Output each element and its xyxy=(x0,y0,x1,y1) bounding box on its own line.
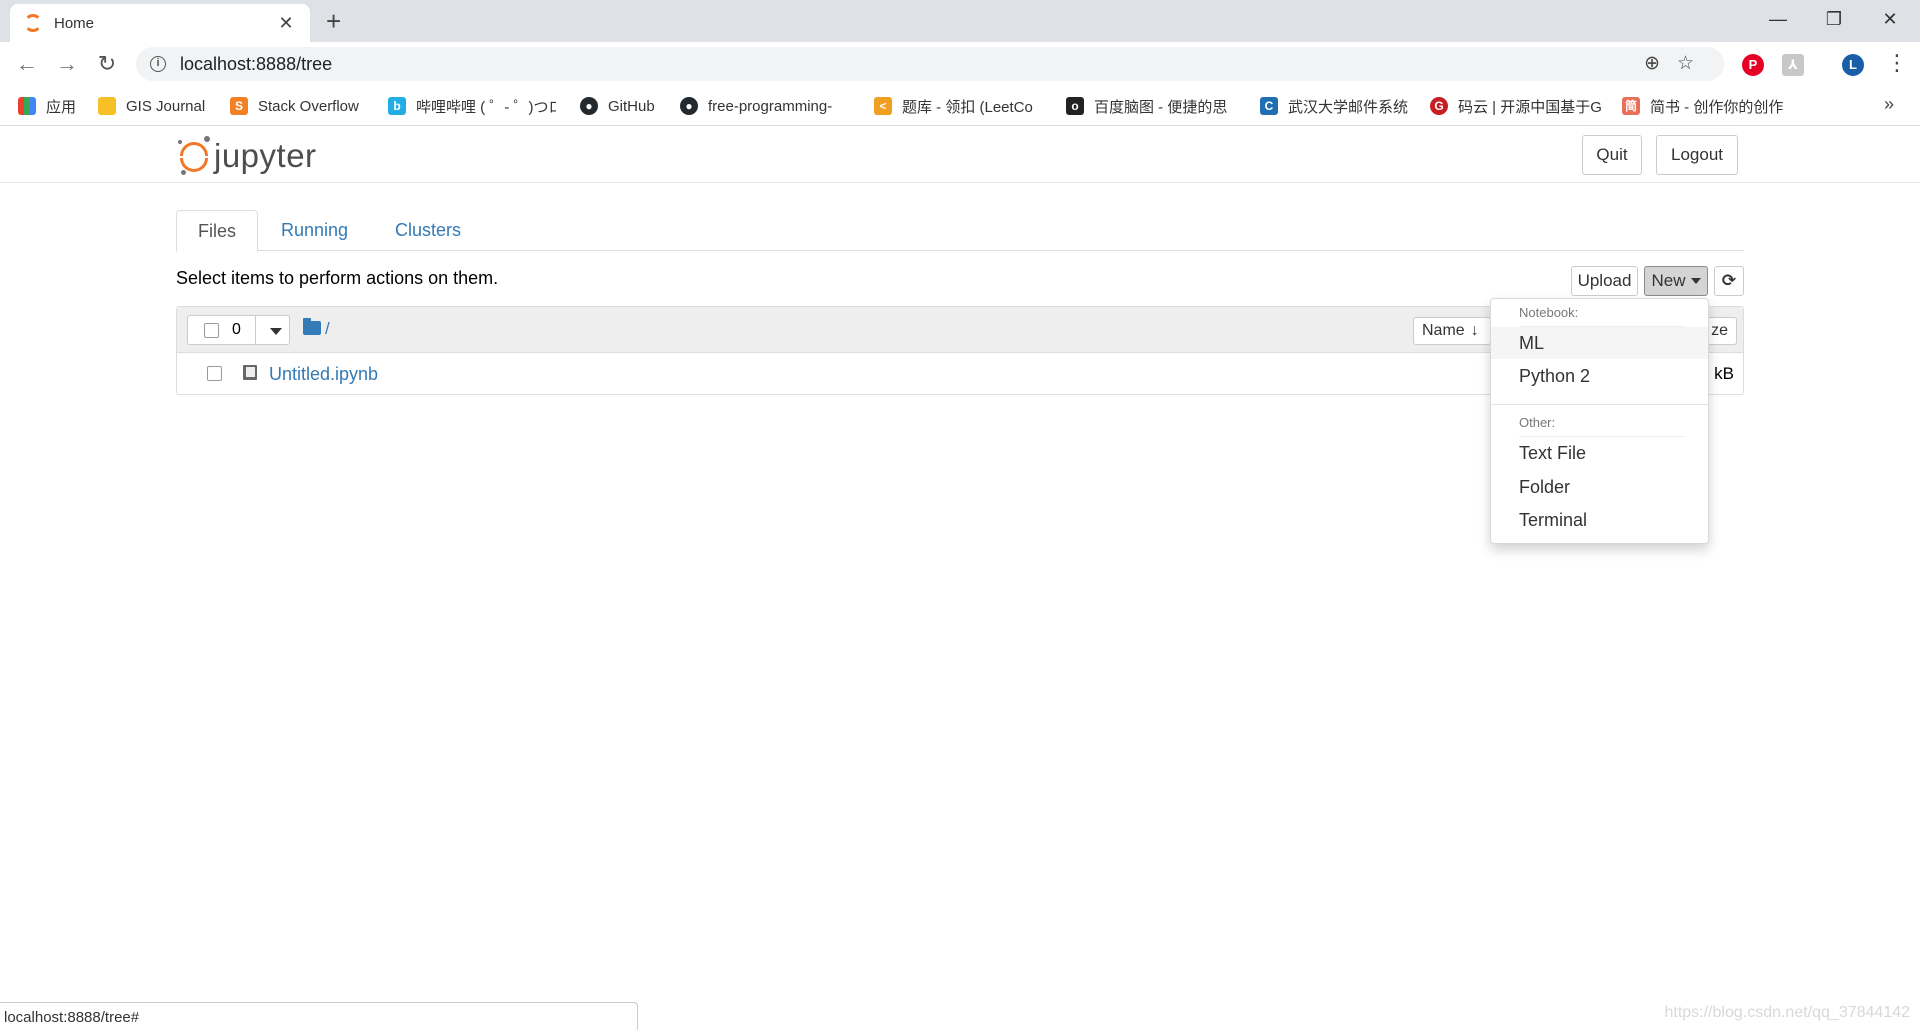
bookmark-item[interactable]: G 码云 | 开源中国基于G xyxy=(1430,95,1602,117)
bilibili-icon: b xyxy=(388,97,406,115)
selection-hint: Select items to perform actions on them. xyxy=(176,268,499,288)
sort-name-button[interactable]: Name ↓ xyxy=(1413,317,1491,345)
naotu-icon: o xyxy=(1066,97,1084,115)
tab-running[interactable]: Running xyxy=(260,210,369,251)
folder-icon[interactable] xyxy=(303,318,321,335)
new-notebook-ml[interactable]: ML xyxy=(1491,327,1708,359)
stackoverflow-icon: S xyxy=(230,97,248,115)
folder-icon xyxy=(98,97,116,115)
bookmark-label: free-programming- xyxy=(708,97,833,115)
bookmark-item[interactable]: ● GitHub xyxy=(580,95,655,117)
select-all-dropdown[interactable]: 0 xyxy=(187,315,290,345)
browser-toolbar: ← → ↻ i localhost:8888/tree ⊕ ☆ P ⅄ L ⋮ xyxy=(0,42,1920,86)
notebook-icon xyxy=(243,365,257,380)
github-icon: ● xyxy=(680,97,698,115)
quit-button[interactable]: Quit xyxy=(1582,135,1642,175)
jupyter-logo[interactable]: jupyter xyxy=(178,135,317,177)
minimize-window-button[interactable]: — xyxy=(1758,4,1798,34)
logout-button[interactable]: Logout xyxy=(1656,135,1738,175)
selected-count: 0 xyxy=(232,321,241,338)
site-info-icon[interactable]: i xyxy=(150,56,166,72)
dropdown-divider xyxy=(1491,404,1708,405)
gitee-icon: G xyxy=(1430,97,1448,115)
back-arrow-icon[interactable]: ← xyxy=(12,49,42,79)
bookmark-item[interactable]: 应用 xyxy=(18,95,76,117)
bookmark-item[interactable]: C 武汉大学邮件系统 xyxy=(1260,95,1408,117)
watermark: https://blog.csdn.net/qq_37844142 xyxy=(1664,1004,1910,1021)
arrow-down-icon: ↓ xyxy=(1470,322,1479,339)
bookmark-label: 应用 xyxy=(46,98,77,116)
other-section-header: Other: xyxy=(1519,415,1556,430)
address-url[interactable]: localhost:8888/tree xyxy=(180,54,332,75)
jupyter-logo-icon xyxy=(178,136,210,176)
bookmark-item[interactable]: ● free-programming- xyxy=(680,95,848,117)
chevron-down-icon[interactable] xyxy=(270,328,282,335)
restore-window-button[interactable]: ❐ xyxy=(1814,4,1854,34)
select-divider xyxy=(255,316,256,344)
whu-mail-icon: C xyxy=(1260,97,1278,115)
bookmark-label: GitHub xyxy=(608,97,655,115)
reload-icon[interactable]: ↻ xyxy=(92,49,122,79)
browser-menu-icon[interactable]: ⋮ xyxy=(1886,50,1908,76)
apps-grid-icon xyxy=(18,97,36,115)
bookmark-label: 简书 - 创作你的创作 xyxy=(1650,98,1784,116)
new-button-label: New xyxy=(1651,271,1686,290)
tab-close-icon[interactable]: ✕ xyxy=(276,13,296,34)
bookmark-label: GIS Journal xyxy=(126,97,206,115)
jupyter-logo-text: jupyter xyxy=(214,137,317,174)
select-all-checkbox[interactable] xyxy=(204,323,219,338)
sort-name-label: Name xyxy=(1422,322,1465,339)
forward-arrow-icon[interactable]: → xyxy=(52,49,82,79)
file-name-link[interactable]: Untitled.ipynb xyxy=(269,364,378,385)
new-tab-button[interactable]: + xyxy=(326,6,341,36)
upload-button[interactable]: Upload xyxy=(1571,266,1638,296)
zoom-icon[interactable]: ⊕ xyxy=(1644,52,1660,75)
file-size: kB xyxy=(1714,364,1734,383)
bookmark-star-icon[interactable]: ☆ xyxy=(1677,52,1694,75)
bookmark-item[interactable]: GIS Journal xyxy=(98,95,205,117)
address-bar[interactable]: i localhost:8888/tree ⊕ ☆ xyxy=(136,47,1724,81)
new-notebook-python2[interactable]: Python 2 xyxy=(1491,360,1708,392)
pinterest-extension-icon[interactable]: P xyxy=(1742,54,1764,76)
bookmark-label: 哔哩哔哩 ( ゜- ゜)つロ xyxy=(416,98,556,116)
bookmark-label: 百度脑图 - 便捷的思 xyxy=(1094,98,1228,116)
new-button[interactable]: New xyxy=(1644,266,1708,296)
bookmark-label: 武汉大学邮件系统 xyxy=(1288,98,1409,116)
status-url-bar: localhost:8888/tree# xyxy=(0,1002,638,1030)
jianshu-icon: 简 xyxy=(1622,97,1640,115)
bookmark-label: 题库 - 领扣 (LeetCo xyxy=(902,98,1033,116)
bookmark-item[interactable]: 简 简书 - 创作你的创作 xyxy=(1622,95,1783,117)
new-terminal[interactable]: Terminal xyxy=(1491,504,1708,536)
close-window-button[interactable]: ✕ xyxy=(1870,4,1910,34)
tab-clusters[interactable]: Clusters xyxy=(374,210,482,251)
profile-avatar[interactable]: L xyxy=(1842,54,1864,76)
new-folder[interactable]: Folder xyxy=(1491,471,1708,503)
bookmark-label: 码云 | 开源中国基于G xyxy=(1458,98,1602,116)
bookmark-item[interactable]: S Stack Overflow xyxy=(230,95,359,117)
notebook-section-header: Notebook: xyxy=(1519,305,1579,320)
leetcode-icon: < xyxy=(874,97,892,115)
github-icon: ● xyxy=(580,97,598,115)
bookmark-item[interactable]: o 百度脑图 - 便捷的思 xyxy=(1066,95,1238,117)
main-tabs: Files Running Clusters xyxy=(176,210,1744,252)
browser-titlebar: Home ✕ + — ❐ ✕ xyxy=(0,0,1920,42)
row-checkbox[interactable] xyxy=(207,366,222,381)
tab-title: Home xyxy=(54,14,95,32)
browser-tab[interactable]: Home ✕ xyxy=(10,4,310,42)
new-dropdown-menu: Notebook: ML Python 2 Other: Text File F… xyxy=(1490,298,1709,544)
new-text-file[interactable]: Text File xyxy=(1491,437,1708,469)
bookmark-item[interactable]: < 题库 - 领扣 (LeetCo xyxy=(874,95,1046,117)
bookmarks-overflow-icon[interactable]: » xyxy=(1884,94,1894,115)
jupyter-header: jupyter Quit Logout xyxy=(0,127,1920,183)
refresh-icon[interactable]: ⟳ xyxy=(1714,266,1744,296)
bookmark-label: Stack Overflow xyxy=(258,97,359,115)
tab-loading-icon xyxy=(24,14,42,32)
bookmark-item[interactable]: b 哔哩哔哩 ( ゜- ゜)つロ xyxy=(388,95,556,117)
tab-files[interactable]: Files xyxy=(176,210,259,252)
pdf-extension-icon[interactable]: ⅄ xyxy=(1782,54,1804,76)
bookmarks-bar: 应用 GIS Journal S Stack Overflow b 哔哩哔哩 (… xyxy=(0,86,1920,126)
caret-down-icon xyxy=(1690,278,1701,284)
breadcrumb[interactable]: / xyxy=(325,319,330,339)
